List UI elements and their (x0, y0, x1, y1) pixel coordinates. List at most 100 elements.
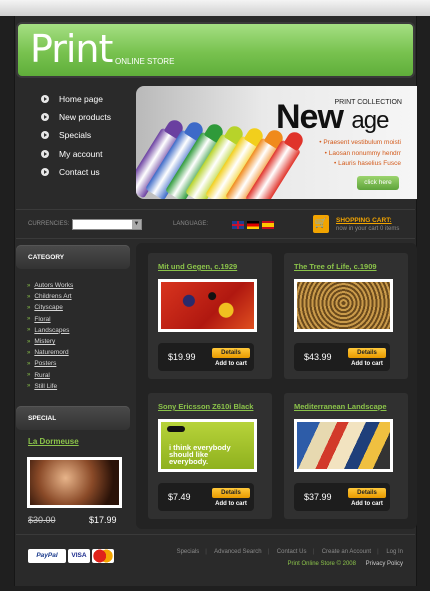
category-label: Floral (34, 315, 51, 323)
category-label: Rural (34, 371, 50, 379)
category-label: Landscapes (34, 326, 70, 334)
browser-top-strip (0, 0, 430, 16)
logo[interactable]: Print (30, 27, 113, 71)
currencies-label: CURRENCIES: (28, 221, 70, 227)
flag-uk-icon[interactable] (232, 221, 244, 229)
details-button[interactable]: Details (348, 488, 386, 498)
add-to-cart-button[interactable]: Add to cart (348, 359, 386, 369)
currency-select[interactable]: ▼ (72, 219, 142, 230)
nav-label: Specials (59, 130, 92, 141)
flag-germany-icon[interactable] (247, 221, 259, 229)
product-image-caption: i think everybody should like everybody. (169, 443, 231, 466)
chevron-down-icon: ▼ (132, 220, 141, 229)
footer-link-advanced-search[interactable]: Advanced Search (214, 549, 261, 555)
category-item[interactable]: » Autors Works (27, 280, 127, 291)
privacy-policy-link[interactable]: Privacy Policy (366, 561, 403, 567)
category-label: Childrens Art (34, 293, 72, 301)
product-title[interactable]: Mit und Gegen, c.1929 (158, 262, 237, 271)
category-label: Cityscape (34, 304, 63, 312)
nav-label: My account (59, 148, 103, 159)
category-item[interactable]: » Posters (27, 358, 127, 369)
promo-banner[interactable]: PRINT COLLECTION New age • Praesent vest… (136, 86, 417, 199)
product-image[interactable]: i think everybody should like everybody. (158, 419, 257, 472)
product-card: Mediterranean Landscape $37.99 Details A… (284, 393, 408, 519)
footer-link-contact[interactable]: Contact Us (277, 549, 307, 555)
product-price: $43.99 (304, 352, 332, 362)
category-item[interactable]: » Naturemord (27, 347, 127, 358)
category-item[interactable]: » Rural (27, 370, 127, 381)
price-box: $37.99 Details Add to cart (294, 483, 390, 511)
banner-text: • Praesent vestibulum moisti • Laosan no… (319, 138, 401, 170)
arrow-bullet-icon (41, 95, 49, 104)
site-footer: PayPal VISA MC Specials| Advanced Search… (16, 534, 415, 580)
category-label: Autors Works (34, 282, 74, 290)
double-arrow-icon: » (27, 304, 31, 311)
special-heading: SPECIAL (16, 406, 130, 430)
details-button[interactable]: Details (212, 488, 250, 498)
product-price: $37.99 (304, 492, 332, 502)
category-label: Mistery (34, 338, 56, 346)
paypal-logo-icon: PayPal (28, 549, 66, 563)
banner-title: New age (276, 98, 389, 137)
double-arrow-icon: » (27, 293, 31, 300)
price-box: $43.99 Details Add to cart (294, 343, 390, 371)
category-item[interactable]: » Still Life (27, 381, 127, 392)
special-product-name[interactable]: La Dormeuse (28, 437, 79, 446)
product-title[interactable]: Mediterranean Landscape (294, 402, 387, 411)
banner-line: • Laosan nonummy hendrr (324, 149, 401, 157)
category-item[interactable]: » Floral (27, 314, 127, 325)
category-label: Still Life (34, 382, 58, 390)
product-image[interactable] (158, 279, 257, 332)
special-old-price: $30.00 (28, 515, 56, 525)
product-image[interactable] (294, 279, 393, 332)
double-arrow-icon: » (27, 316, 31, 323)
category-item[interactable]: » Childrens Art (27, 291, 127, 302)
product-grid: Mit und Gegen, c.1929 $19.99 Details Add… (136, 243, 417, 529)
banner-title-accent: age (351, 107, 389, 134)
footer-link-specials[interactable]: Specials (177, 549, 200, 555)
nav-item-specials[interactable]: Specials (27, 126, 137, 144)
double-arrow-icon: » (27, 383, 31, 390)
add-to-cart-button[interactable]: Add to cart (348, 499, 386, 509)
utility-bar: CURRENCIES: ▼ LANGUAGE: 🛒 SHOPPING CART:… (16, 209, 415, 239)
nav-item-my-account[interactable]: My account (27, 145, 137, 163)
footer-links: Specials | Advanced Search | Contact Us | C… (176, 549, 403, 555)
copyright-text: Print Online Store © 2008 (287, 561, 356, 567)
category-item[interactable]: » Mistery (27, 336, 127, 347)
product-image[interactable] (294, 419, 393, 472)
nav-label: Contact us (59, 166, 100, 177)
banner-title-main: New (276, 98, 344, 136)
shopping-cart-link[interactable]: SHOPPING CART: (336, 217, 392, 224)
details-button[interactable]: Details (212, 348, 250, 358)
footer-link-create-account[interactable]: Create an Account (322, 549, 371, 555)
add-to-cart-button[interactable]: Add to cart (212, 359, 250, 369)
details-button[interactable]: Details (348, 348, 386, 358)
click-here-button[interactable]: click here (357, 176, 399, 190)
double-arrow-icon: » (27, 372, 31, 379)
category-item[interactable]: » Landscapes (27, 325, 127, 336)
nav-label: Home page (59, 94, 103, 105)
product-card: Sony Ericsson Z610i Black i think everyb… (148, 393, 272, 519)
flag-spain-icon[interactable] (262, 221, 274, 229)
product-title[interactable]: Sony Ericsson Z610i Black (158, 402, 253, 411)
nav-item-contact[interactable]: Contact us (27, 163, 137, 181)
nav-label: New products (59, 112, 111, 123)
arrow-bullet-icon (41, 149, 49, 158)
nav-item-home[interactable]: Home page (27, 90, 137, 108)
special-product-image[interactable] (27, 457, 122, 508)
category-heading: CATEGORY (16, 245, 130, 269)
double-arrow-icon: » (27, 327, 31, 334)
add-to-cart-button[interactable]: Add to cart (212, 499, 250, 509)
footer-link-login[interactable]: Log In (386, 549, 403, 555)
product-card: The Tree of Life, c.1909 $43.99 Details … (284, 253, 408, 379)
footer-copyright: Print Online Store © 2008 Privacy Policy (288, 561, 403, 567)
cart-icon[interactable]: 🛒 (313, 215, 329, 233)
product-title[interactable]: The Tree of Life, c.1909 (294, 262, 377, 271)
category-item[interactable]: » Cityscape (27, 302, 127, 313)
mastercard-logo-icon: MC (92, 549, 114, 563)
nav-item-new-products[interactable]: New products (27, 108, 137, 126)
arrow-bullet-icon (41, 113, 49, 122)
product-price: $7.49 (168, 492, 191, 502)
special-new-price: $17.99 (89, 515, 117, 525)
main-nav: Home page New products Specials My accou… (27, 90, 137, 181)
